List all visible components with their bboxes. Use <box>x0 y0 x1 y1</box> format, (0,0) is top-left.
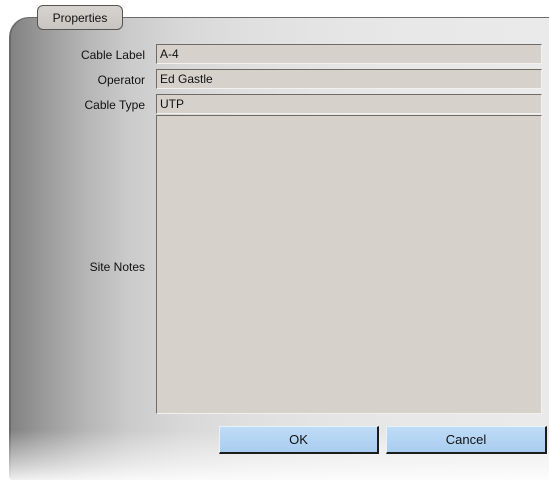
operator-value: Ed Gastle <box>160 72 213 86</box>
ok-button-label: OK <box>289 432 308 447</box>
cable-label-value: A-4 <box>160 47 179 61</box>
cancel-button-label: Cancel <box>445 432 487 447</box>
properties-title-text: Properties <box>52 10 108 25</box>
ok-button[interactable]: OK <box>219 426 379 454</box>
operator-field[interactable]: Ed Gastle <box>156 69 542 89</box>
operator-label: Operator <box>97 73 145 87</box>
cable-label-label: Cable Label <box>80 48 145 62</box>
site-notes-label: Site Notes <box>89 260 145 274</box>
cable-label-field[interactable]: A-4 <box>156 44 542 64</box>
cable-type-value: UTP <box>160 97 184 111</box>
cancel-button[interactable]: Cancel <box>386 426 547 454</box>
cable-type-field[interactable]: UTP <box>156 94 542 114</box>
cable-type-label: Cable Type <box>84 98 146 112</box>
properties-group-title: Properties <box>37 5 123 30</box>
site-notes-textarea[interactable] <box>156 115 542 414</box>
properties-dialog: Properties Cable Label A-4 Operator Ed G… <box>0 0 550 481</box>
